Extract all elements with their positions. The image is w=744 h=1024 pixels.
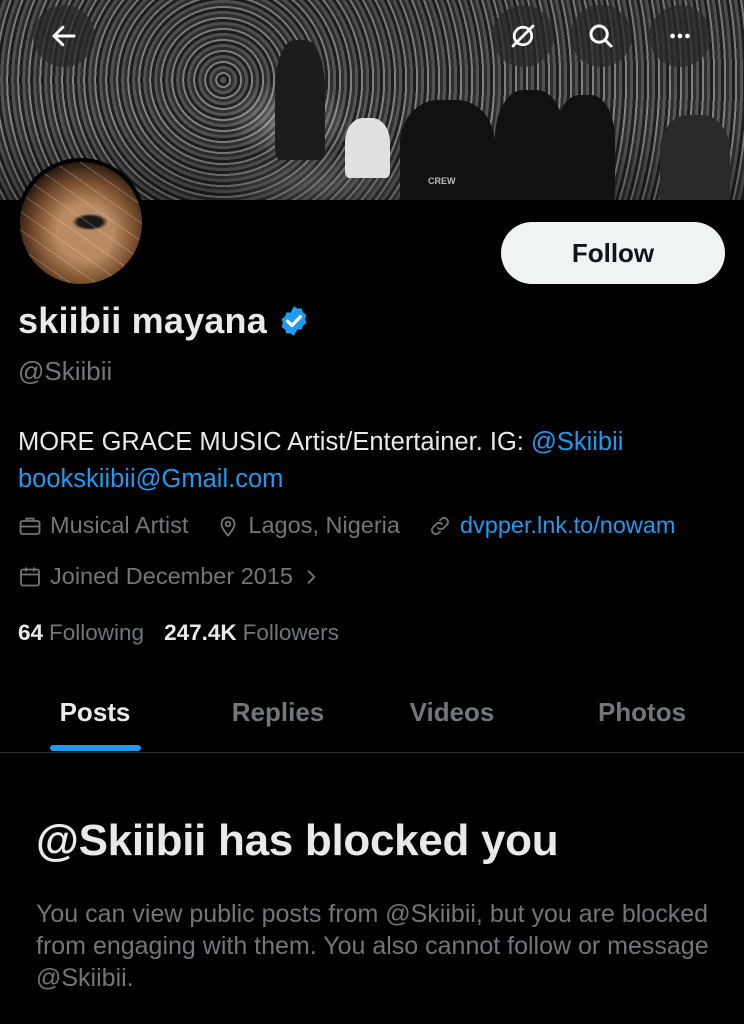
grok-button[interactable] xyxy=(492,5,554,67)
bio-ig-link[interactable]: @Skiibii xyxy=(531,428,624,456)
tab-photos[interactable]: Photos xyxy=(580,672,704,752)
website-link[interactable]: dvpper.lnk.to/nowam xyxy=(460,512,676,539)
chevron-right-icon xyxy=(307,569,316,584)
profile-meta: Musical Artist Lagos, Nigeria dvpper.lnk… xyxy=(18,512,676,539)
blocked-description: You can view public posts from @Skiibii,… xyxy=(36,900,709,992)
arrow-left-icon xyxy=(52,25,76,47)
joined-row[interactable]: Joined December 2015 xyxy=(18,563,349,590)
location-label: Lagos, Nigeria xyxy=(248,512,400,538)
website-item[interactable]: dvpper.lnk.to/nowam xyxy=(428,512,676,539)
active-tab-indicator xyxy=(50,745,141,751)
handle: @Skiibii xyxy=(18,356,113,386)
location-item: Lagos, Nigeria xyxy=(216,512,400,539)
joined-item[interactable]: Joined December 2015 xyxy=(18,563,321,590)
follow-stats: 64 Following 247.4K Followers xyxy=(18,620,339,646)
banner-performer xyxy=(275,40,325,160)
blocked-title: @Skiibii has blocked you xyxy=(36,816,559,865)
category-label: Musical Artist xyxy=(50,512,189,538)
banner-shirt-text: CREW xyxy=(428,176,456,186)
banner-crowd-figure xyxy=(660,115,730,200)
more-button[interactable] xyxy=(649,5,711,67)
bio: MORE GRACE MUSIC Artist/Entertainer. IG:… xyxy=(18,424,718,498)
tab-videos[interactable]: Videos xyxy=(392,672,512,752)
following-stat[interactable]: 64 Following xyxy=(18,620,144,646)
location-pin-icon xyxy=(221,516,236,537)
display-name: skiibii mayana xyxy=(18,300,267,341)
more-icon xyxy=(670,33,690,39)
briefcase-icon xyxy=(19,517,41,535)
following-count: 64 xyxy=(18,620,44,645)
search-icon xyxy=(589,24,613,48)
joined-label: Joined December 2015 xyxy=(50,563,293,589)
banner-crowd-figure xyxy=(555,95,615,200)
followers-stat[interactable]: 247.4K Followers xyxy=(164,620,339,646)
tab-posts[interactable]: Posts xyxy=(40,672,150,752)
avatar[interactable] xyxy=(16,158,146,288)
followers-count: 247.4K xyxy=(164,620,237,645)
back-button[interactable] xyxy=(33,5,95,67)
category-item: Musical Artist xyxy=(18,512,188,539)
grok-icon xyxy=(511,24,535,48)
verified-badge-icon[interactable] xyxy=(277,304,311,338)
bio-text: MORE GRACE MUSIC Artist/Entertainer. IG: xyxy=(18,428,531,456)
bio-email-link[interactable]: bookskiibii@Gmail.com xyxy=(18,465,283,493)
banner-crew-member: CREW xyxy=(400,100,495,200)
tab-replies[interactable]: Replies xyxy=(218,672,338,752)
calendar-icon xyxy=(20,567,40,586)
link-icon xyxy=(431,516,449,535)
following-label: Following xyxy=(49,620,145,645)
display-name-row: skiibii mayana xyxy=(18,300,311,342)
profile-tabs: Posts Replies Videos Photos xyxy=(0,672,744,753)
follow-button[interactable]: Follow xyxy=(501,222,725,284)
followers-label: Followers xyxy=(242,620,339,645)
banner-crowd-figure xyxy=(345,118,390,178)
search-button[interactable] xyxy=(570,5,632,67)
